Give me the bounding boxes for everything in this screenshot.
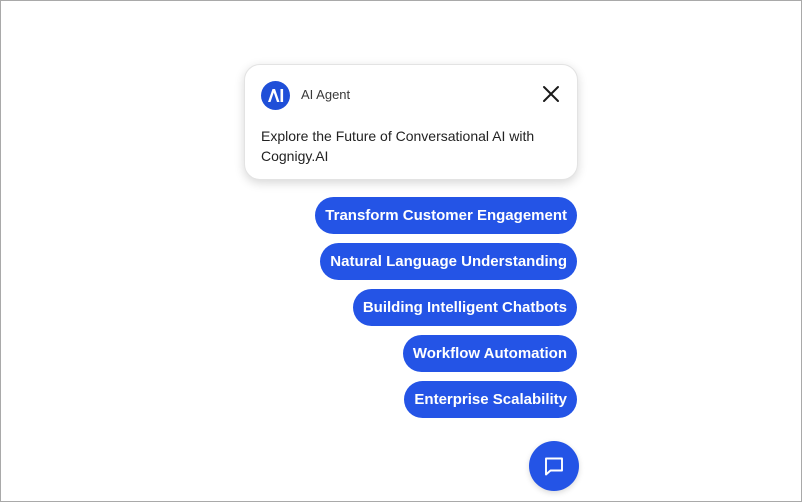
close-button[interactable] — [539, 82, 563, 106]
agent-name: AI Agent — [301, 87, 351, 102]
quick-reply-button[interactable]: Transform Customer Engagement — [315, 197, 577, 234]
page-frame: AI Agent Explore the Future of Conversat… — [0, 0, 802, 502]
quick-reply-button[interactable]: Workflow Automation — [402, 335, 577, 372]
chat-icon — [545, 457, 563, 476]
teaser-message: Explore the Future of Conversational AI … — [261, 128, 535, 164]
chat-launcher-button[interactable] — [529, 441, 579, 491]
chat-teaser-card[interactable]: AI Agent Explore the Future of Conversat… — [244, 64, 578, 180]
quick-replies: Transform Customer Engagement Natural La… — [315, 197, 577, 418]
quick-reply-button[interactable]: Natural Language Understanding — [320, 243, 577, 280]
quick-reply-button[interactable]: Enterprise Scalability — [404, 381, 577, 418]
cognigy-logo-icon — [261, 81, 290, 110]
close-icon — [543, 86, 559, 102]
quick-reply-button[interactable]: Building Intelligent Chatbots — [352, 289, 577, 326]
